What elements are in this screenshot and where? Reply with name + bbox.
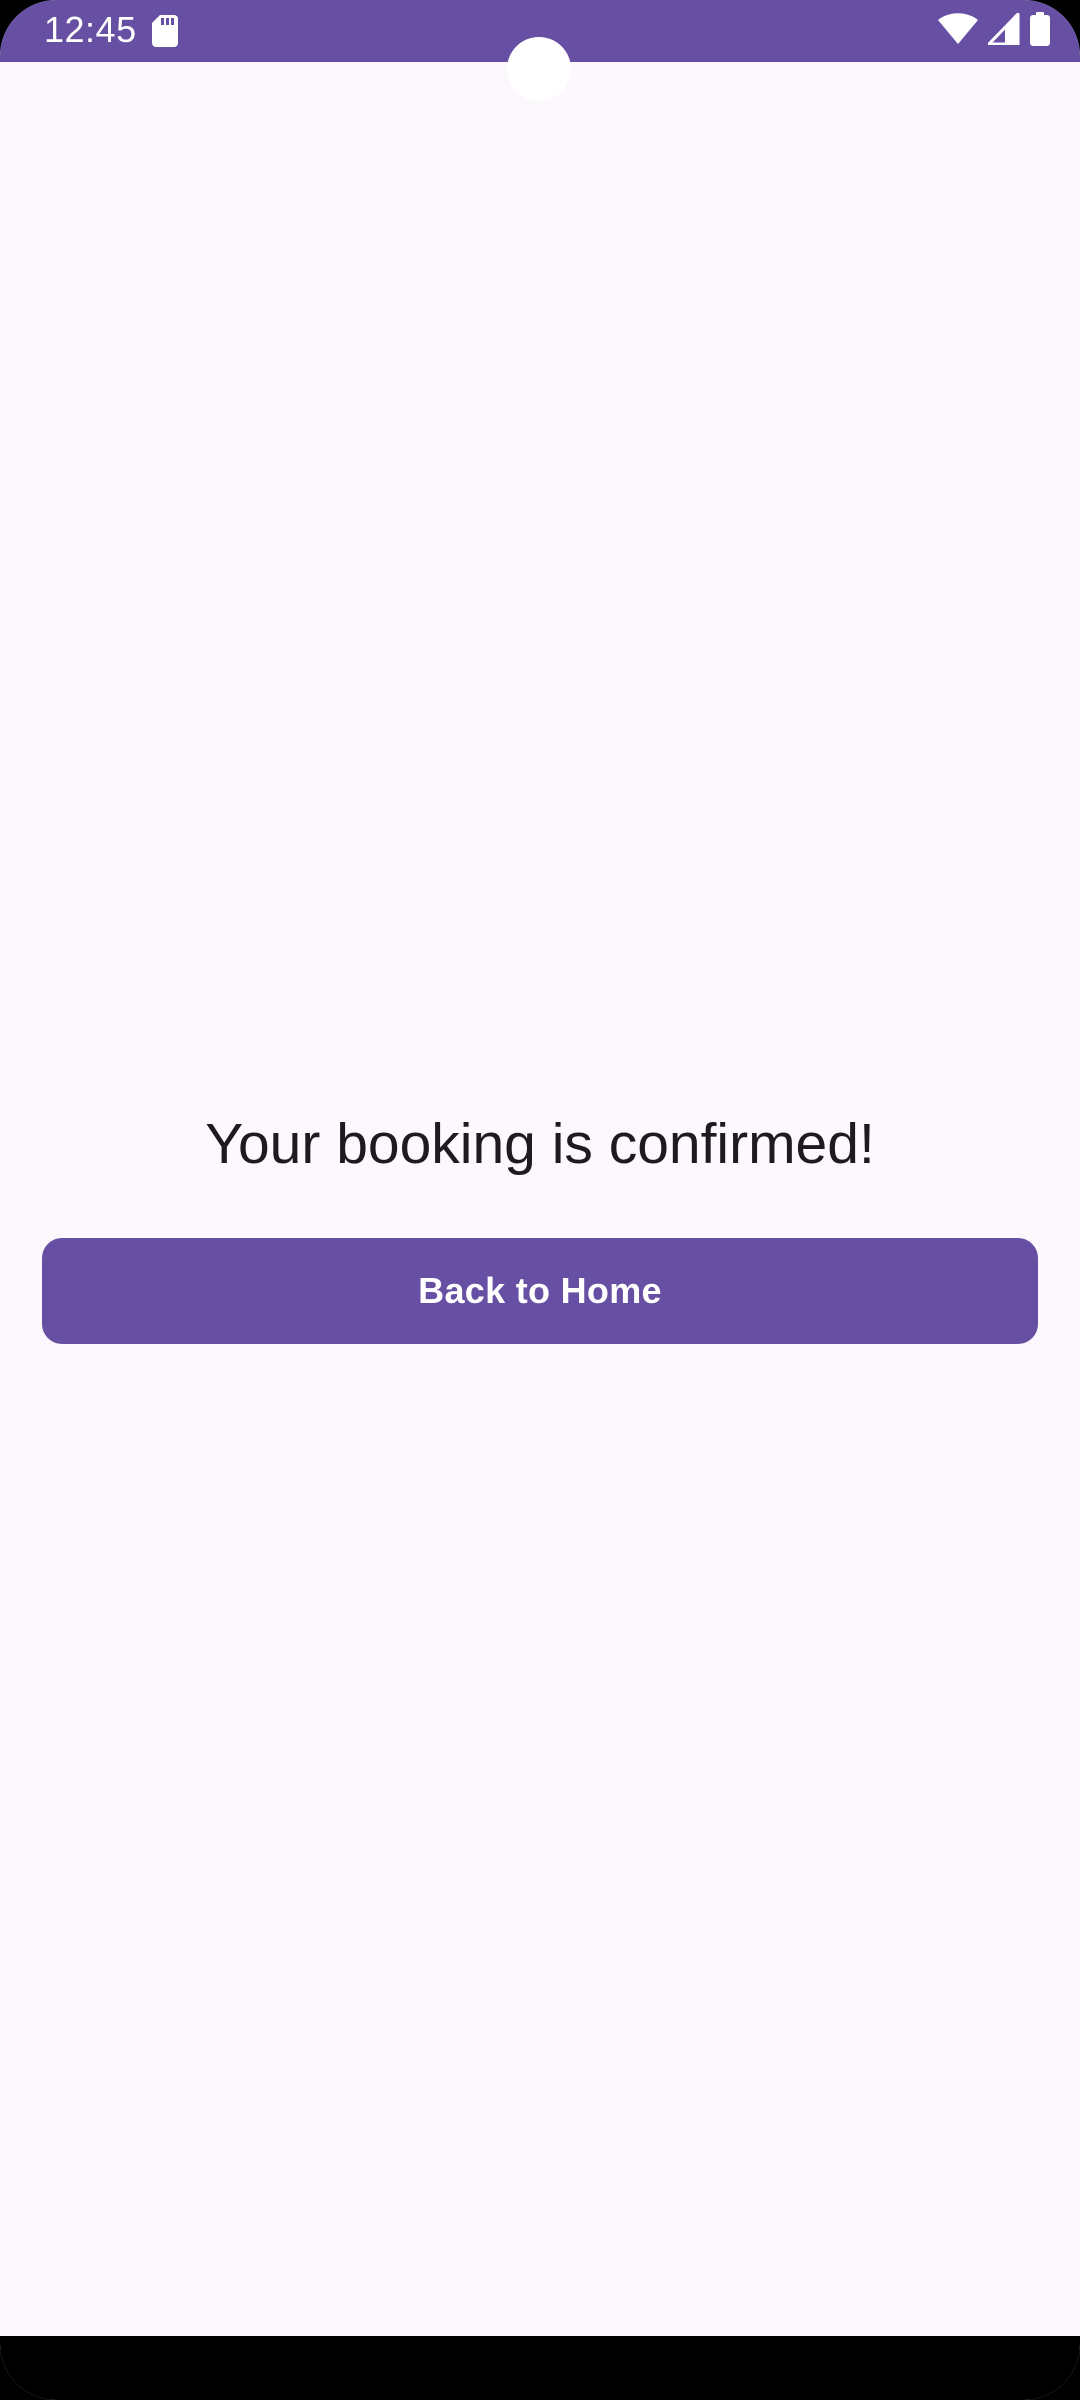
confirmation-message: Your booking is confirmed! bbox=[205, 1112, 875, 1176]
cell-signal-icon bbox=[987, 12, 1020, 50]
wifi-icon bbox=[938, 12, 978, 50]
sd-card-icon bbox=[152, 15, 178, 47]
status-time: 12:45 bbox=[44, 9, 137, 50]
confirmation-content: Your booking is confirmed! Back to Home bbox=[0, 62, 1080, 2336]
app-screen: 12:45 Your booking is confirmed! Back to… bbox=[0, 0, 1080, 2400]
navigation-bar bbox=[0, 2336, 1080, 2400]
battery-icon bbox=[1030, 11, 1050, 51]
back-to-home-button[interactable]: Back to Home bbox=[42, 1238, 1038, 1344]
status-icons bbox=[938, 11, 1050, 51]
